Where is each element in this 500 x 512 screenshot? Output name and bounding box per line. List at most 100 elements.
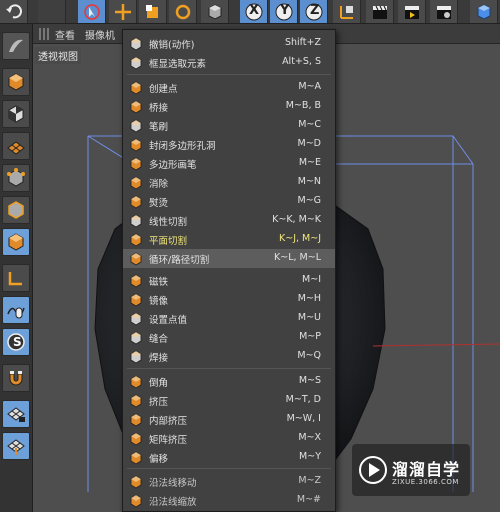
menu-item-weld[interactable]: 焊接 M~Q <box>123 347 335 366</box>
menu-item-magnet[interactable]: 磁铁 M~I <box>123 271 335 290</box>
menu-item-line-cut[interactable]: 线性切割 K~K, M~K <box>123 211 335 230</box>
menu-item-shortcut: M~U <box>297 312 321 323</box>
snapping-button[interactable]: S <box>2 328 30 356</box>
texture-mode-button[interactable] <box>2 100 30 128</box>
menu-item-label: 内部挤压 <box>149 416 188 427</box>
menu-item-extrude[interactable]: 挤压 M~T, D <box>123 391 335 410</box>
checker-cube-icon <box>8 105 24 123</box>
frame-selection-icon <box>129 55 143 70</box>
magnet-icon <box>129 273 143 288</box>
undo-icon <box>5 3 22 18</box>
render-settings-button[interactable] <box>430 0 458 23</box>
tweak-mode-button[interactable] <box>2 296 30 324</box>
menu-item-label: 倒角 <box>149 378 169 389</box>
undo-toolbar-button[interactable] <box>0 0 28 23</box>
menu-item-offset[interactable]: 偏移 M~Y <box>123 448 335 467</box>
coordinate-system-button[interactable] <box>333 0 361 23</box>
mesh-commands-menu: 撤销(动作) Shift+Z 框显选取元素 Alt+S, S 创建点 M~A 桥接 M~B, … <box>122 29 336 512</box>
scale-tool-button[interactable] <box>139 0 167 23</box>
workplane-mode-button[interactable] <box>2 132 30 160</box>
menu-view[interactable]: 查看 <box>55 27 75 42</box>
menu-item-create-point[interactable]: 创建点 M~A <box>123 78 335 97</box>
menu-item-shortcut: M~S <box>298 375 321 386</box>
viewport-grip-icon <box>39 28 49 40</box>
menu-item-dissolve[interactable]: 消除 M~N <box>123 173 335 192</box>
mirror-icon <box>129 292 143 307</box>
model-mode-button[interactable] <box>2 68 30 96</box>
menu-item-mirror[interactable]: 镜像 M~H <box>123 290 335 309</box>
object-tool-button[interactable] <box>201 0 229 23</box>
menu-item-label: 焊接 <box>149 353 169 364</box>
snap-label: S <box>13 335 22 349</box>
redo-toolbar-button[interactable] <box>38 0 66 23</box>
menu-item-shortcut: Shift+Z <box>284 37 321 48</box>
menu-item-shortcut: M~Y <box>299 451 321 462</box>
close-hole-icon <box>129 137 143 152</box>
menu-item-bevel[interactable]: 倒角 M~S <box>123 372 335 391</box>
menu-item-label: 循环/路径切割 <box>149 255 210 266</box>
menu-item-iron[interactable]: 熨烫 M~G <box>123 192 335 211</box>
menu-item-matrix-extrude[interactable]: 矩阵挤压 M~X <box>123 429 335 448</box>
scale-icon <box>145 4 158 18</box>
clapper-gear-icon <box>436 5 451 19</box>
menu-item-label: 偏移 <box>149 454 169 465</box>
axis-icon <box>8 272 22 286</box>
menu-item-normal-move[interactable]: 沿法线移动 M~Z <box>123 472 335 491</box>
menu-item-extrude-inner[interactable]: 内部挤压 M~W, I <box>123 410 335 429</box>
menu-item-label: 镜像 <box>149 296 169 307</box>
polygons-mode-button[interactable] <box>2 228 30 256</box>
menu-item-set-point-value[interactable]: 设置点值 M~U <box>123 309 335 328</box>
model-mode-icon <box>8 73 24 91</box>
lock-workplane-button[interactable] <box>2 400 30 428</box>
menu-item-shortcut: M~A <box>298 81 321 92</box>
make-editable-button[interactable] <box>2 32 30 60</box>
offset-icon <box>129 450 143 465</box>
menu-item-normal-scale[interactable]: 沿法线缩放 M~# <box>123 491 335 510</box>
menu-item-bridge[interactable]: 桥接 M~B, B <box>123 97 335 116</box>
axis-mode-button[interactable] <box>2 264 30 292</box>
menu-separator <box>127 74 331 75</box>
magnet-tool-button[interactable] <box>2 364 30 392</box>
menu-item-label: 封闭多边形孔洞 <box>149 141 216 152</box>
render-view-button[interactable] <box>366 0 394 23</box>
menu-item-plane-cut[interactable]: 平面切割 K~J, M~J <box>123 230 335 249</box>
render-picture-viewer-button[interactable] <box>398 0 426 23</box>
points-icon <box>7 168 25 187</box>
menu-item-undo[interactable]: 撤销(动作) Shift+Z <box>123 34 335 53</box>
rotate-tool-button[interactable] <box>169 0 197 23</box>
menu-item-label: 框显选取元素 <box>149 59 207 70</box>
plane-cut-icon <box>129 232 143 247</box>
extrude-icon <box>129 393 143 408</box>
workplane-align-button[interactable] <box>2 432 30 460</box>
points-mode-button[interactable] <box>2 164 30 192</box>
y-axis-button[interactable]: Y <box>270 0 298 23</box>
menu-item-brush[interactable]: 笔刷 M~C <box>123 116 335 135</box>
lock-grid-icon <box>7 407 25 422</box>
menu-camera[interactable]: 摄像机 <box>85 27 115 42</box>
polygons-icon <box>8 233 24 251</box>
move-tool-button[interactable] <box>109 0 137 23</box>
line-cut-icon <box>129 213 143 228</box>
x-axis-button[interactable]: X <box>240 0 268 23</box>
live-select-button[interactable] <box>78 0 106 23</box>
edges-mode-button[interactable] <box>2 196 30 224</box>
polygon-pen-icon <box>129 156 143 171</box>
menu-item-stitch[interactable]: 缝合 M~P <box>123 328 335 347</box>
menu-item-close-hole[interactable]: 封闭多边形孔洞 M~D <box>123 135 335 154</box>
menu-item-shortcut: M~G <box>297 195 321 206</box>
menu-item-label: 线性切割 <box>149 217 188 228</box>
editable-icon <box>9 39 23 52</box>
menu-item-frame-selection[interactable]: 框显选取元素 Alt+S, S <box>123 53 335 72</box>
watermark-url: ZIXUE.3066.COM <box>392 478 459 486</box>
menu-item-shortcut: M~T, D <box>285 394 321 405</box>
primitive-cube-button[interactable] <box>470 0 498 23</box>
menu-item-loop-cut[interactable]: 循环/路径切割 K~L, M~L <box>123 249 335 268</box>
menu-item-polygon-pen[interactable]: 多边形画笔 M~E <box>123 154 335 173</box>
menu-item-label: 熨烫 <box>149 198 169 209</box>
menu-item-label: 矩阵挤压 <box>149 435 188 446</box>
normal-scale-icon <box>129 493 143 508</box>
clapper-play-icon <box>404 5 419 19</box>
menu-item-label: 创建点 <box>149 84 178 95</box>
z-axis-button[interactable]: Z <box>300 0 328 23</box>
menu-item-shortcut: M~I <box>302 274 321 285</box>
